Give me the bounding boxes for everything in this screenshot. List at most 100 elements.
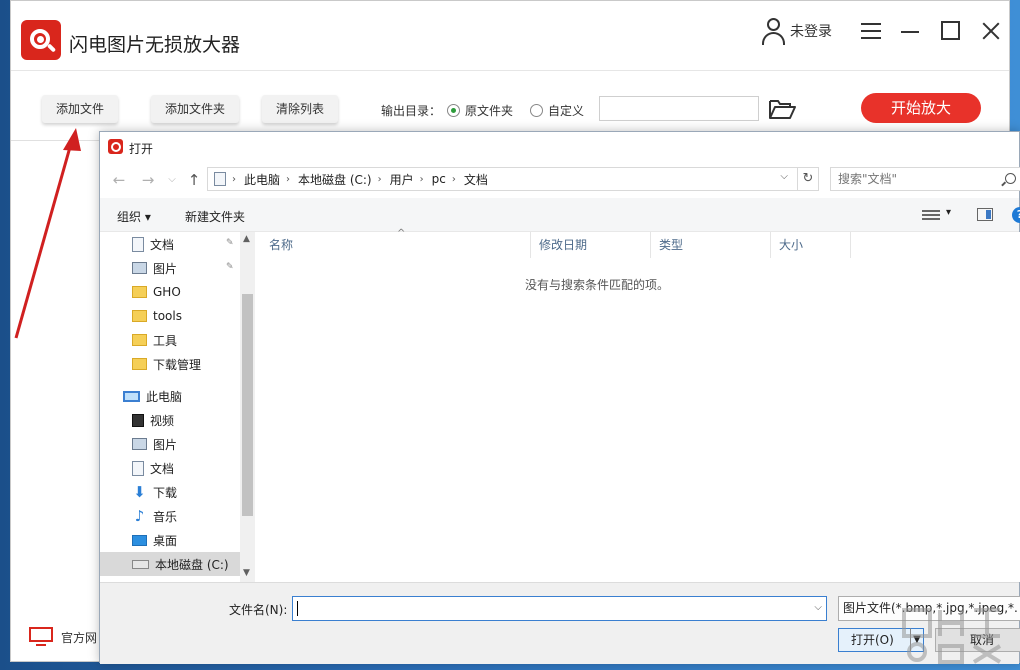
document-icon [132, 460, 144, 476]
address-dropdown-icon[interactable]: ⌵ [780, 171, 788, 182]
monitor-icon [29, 627, 53, 647]
open-button[interactable]: 打开(O) [838, 628, 912, 652]
user-icon [761, 17, 787, 45]
breadcrumb-item[interactable]: 本地磁盘 (C:) [298, 171, 372, 188]
start-enlarge-button[interactable]: 开始放大 [861, 93, 981, 123]
nav-item-pictures[interactable]: 图片 [100, 432, 240, 456]
nav-item-this-pc[interactable]: 此电脑 [100, 384, 240, 408]
column-header-name[interactable]: 名称 [261, 232, 531, 258]
music-icon: ♪ [134, 506, 145, 525]
dialog-footer: 文件名(N): ⌵ 图片文件(*.bmp,*.jpg,*.jpeg,*. 打开(… [100, 582, 1020, 664]
menu-icon[interactable] [859, 19, 883, 43]
open-dropdown-icon[interactable]: ▼ [910, 628, 924, 652]
back-arrow-icon[interactable]: ← [109, 170, 129, 190]
nav-item-gongju[interactable]: 工具 [100, 328, 240, 352]
nav-item-documents[interactable]: 文档 [100, 456, 240, 480]
up-arrow-icon[interactable]: ↑ [184, 170, 204, 190]
folder-icon [132, 286, 147, 298]
desktop-icon [132, 534, 147, 546]
nav-item-local-disk-c[interactable]: 本地磁盘 (C:) [100, 552, 240, 576]
preview-pane-icon[interactable] [977, 208, 993, 221]
radio-original-folder[interactable]: 原文件夹 [447, 102, 513, 119]
maximize-icon[interactable] [939, 19, 963, 43]
nav-item-videos[interactable]: 视频 [100, 408, 240, 432]
picture-icon [132, 438, 147, 450]
dialog-title: 打开 [129, 142, 154, 156]
column-header-modified[interactable]: 修改日期 [531, 232, 651, 258]
folder-icon [132, 310, 147, 322]
pin-icon: ✎ [226, 262, 234, 272]
video-icon [132, 413, 144, 427]
computer-icon [123, 390, 140, 402]
clear-list-button[interactable]: 清除列表 [262, 95, 339, 123]
filename-input[interactable] [293, 597, 803, 620]
add-folder-button[interactable]: 添加文件夹 [151, 95, 240, 123]
add-file-button[interactable]: 添加文件 [42, 95, 119, 123]
command-bar: 组织 ▾ 新建文件夹 ▾ ? [100, 198, 1020, 232]
download-icon: ⬇ [133, 482, 146, 501]
breadcrumb-item[interactable]: 用户 [390, 171, 414, 188]
nav-item-pictures-quick[interactable]: 图片 ✎ [100, 256, 240, 280]
forward-arrow-icon[interactable]: → [138, 170, 158, 190]
help-icon[interactable]: ? [1012, 207, 1020, 223]
nav-item-music[interactable]: ♪ 音乐 [100, 504, 240, 528]
folder-open-icon[interactable] [768, 98, 796, 120]
app-title-bar: 闪电图片无损放大器 未登录 [11, 1, 1009, 71]
radio-checked-icon [447, 104, 460, 117]
login-label: 未登录 [790, 24, 832, 40]
column-header-type[interactable]: 类型 [651, 232, 771, 258]
nav-item-desktop[interactable]: 桌面 [100, 528, 240, 552]
search-input[interactable] [831, 168, 991, 190]
navigation-pane: 文档 ✎ 图片 ✎ GHO tools 工具 下载管理 此电脑 视频 图片 文档… [100, 232, 255, 582]
text-caret [297, 601, 298, 616]
search-icon[interactable] [1005, 173, 1016, 184]
recent-dropdown-icon[interactable]: ⌵ [162, 170, 182, 190]
output-dir-label: 输出目录： [381, 104, 442, 118]
document-icon [132, 236, 144, 252]
search-box[interactable] [830, 167, 1020, 191]
minimize-icon[interactable] [899, 19, 923, 43]
filename-field[interactable]: ⌵ [292, 596, 827, 621]
navigation-scrollbar[interactable]: ▲ ▼ [240, 232, 255, 582]
address-document-icon [214, 172, 226, 186]
address-bar[interactable]: › 此电脑 › 本地磁盘 (C:) › 用户 › pc › 文档 ⌵ [207, 167, 817, 191]
official-site-link[interactable]: 官方网 [29, 627, 97, 647]
dialog-title-bar: 打开 [100, 132, 1019, 162]
app-logo-icon [21, 20, 61, 60]
filename-dropdown-icon[interactable]: ⌵ [814, 602, 822, 613]
app-title: 闪电图片无损放大器 [69, 34, 241, 56]
radio-custom-folder[interactable]: 自定义 [530, 102, 584, 119]
view-dropdown-icon[interactable]: ▾ [946, 207, 951, 218]
scroll-up-icon[interactable]: ▲ [243, 234, 250, 244]
file-list: ^ 名称 修改日期 类型 大小 没有与搜索条件匹配的项。 [257, 228, 1020, 582]
close-icon[interactable] [979, 19, 1003, 43]
nav-item-gho[interactable]: GHO [100, 280, 240, 304]
scroll-down-icon[interactable]: ▼ [243, 568, 250, 578]
organize-menu[interactable]: 组织 ▾ [117, 208, 151, 225]
login-status[interactable]: 未登录 [761, 17, 832, 45]
folder-icon [132, 358, 147, 370]
output-path-input[interactable] [599, 96, 759, 121]
file-type-select[interactable]: 图片文件(*.bmp,*.jpg,*.jpeg,*. [838, 596, 1020, 621]
empty-message: 没有与搜索条件匹配的项。 [524, 278, 669, 292]
cancel-button[interactable]: 取消 [935, 628, 1020, 652]
folder-icon [132, 334, 147, 346]
new-folder-button[interactable]: 新建文件夹 [185, 208, 245, 225]
filename-label: 文件名(N): [229, 603, 288, 617]
pin-icon: ✎ [226, 238, 234, 248]
nav-item-download-manager[interactable]: 下载管理 [100, 352, 240, 376]
breadcrumb-item[interactable]: 文档 [464, 171, 488, 188]
radio-unchecked-icon [530, 104, 543, 117]
breadcrumb-item[interactable]: pc [432, 172, 446, 186]
nav-item-downloads[interactable]: ⬇ 下载 [100, 480, 240, 504]
open-file-dialog: 打开 ← → ⌵ ↑ › 此电脑 › 本地磁盘 (C:) › 用户 › pc ›… [99, 131, 1020, 664]
nav-item-tools[interactable]: tools [100, 304, 240, 328]
picture-icon [132, 262, 147, 274]
refresh-button[interactable]: ↻ [797, 167, 819, 191]
column-header-size[interactable]: 大小 [771, 232, 851, 258]
nav-item-documents-quick[interactable]: 文档 ✎ [100, 232, 240, 256]
drive-icon [132, 559, 149, 569]
breadcrumb-item[interactable]: 此电脑 [244, 171, 280, 188]
scrollbar-thumb[interactable] [242, 294, 253, 516]
view-options-icon[interactable] [922, 210, 940, 220]
